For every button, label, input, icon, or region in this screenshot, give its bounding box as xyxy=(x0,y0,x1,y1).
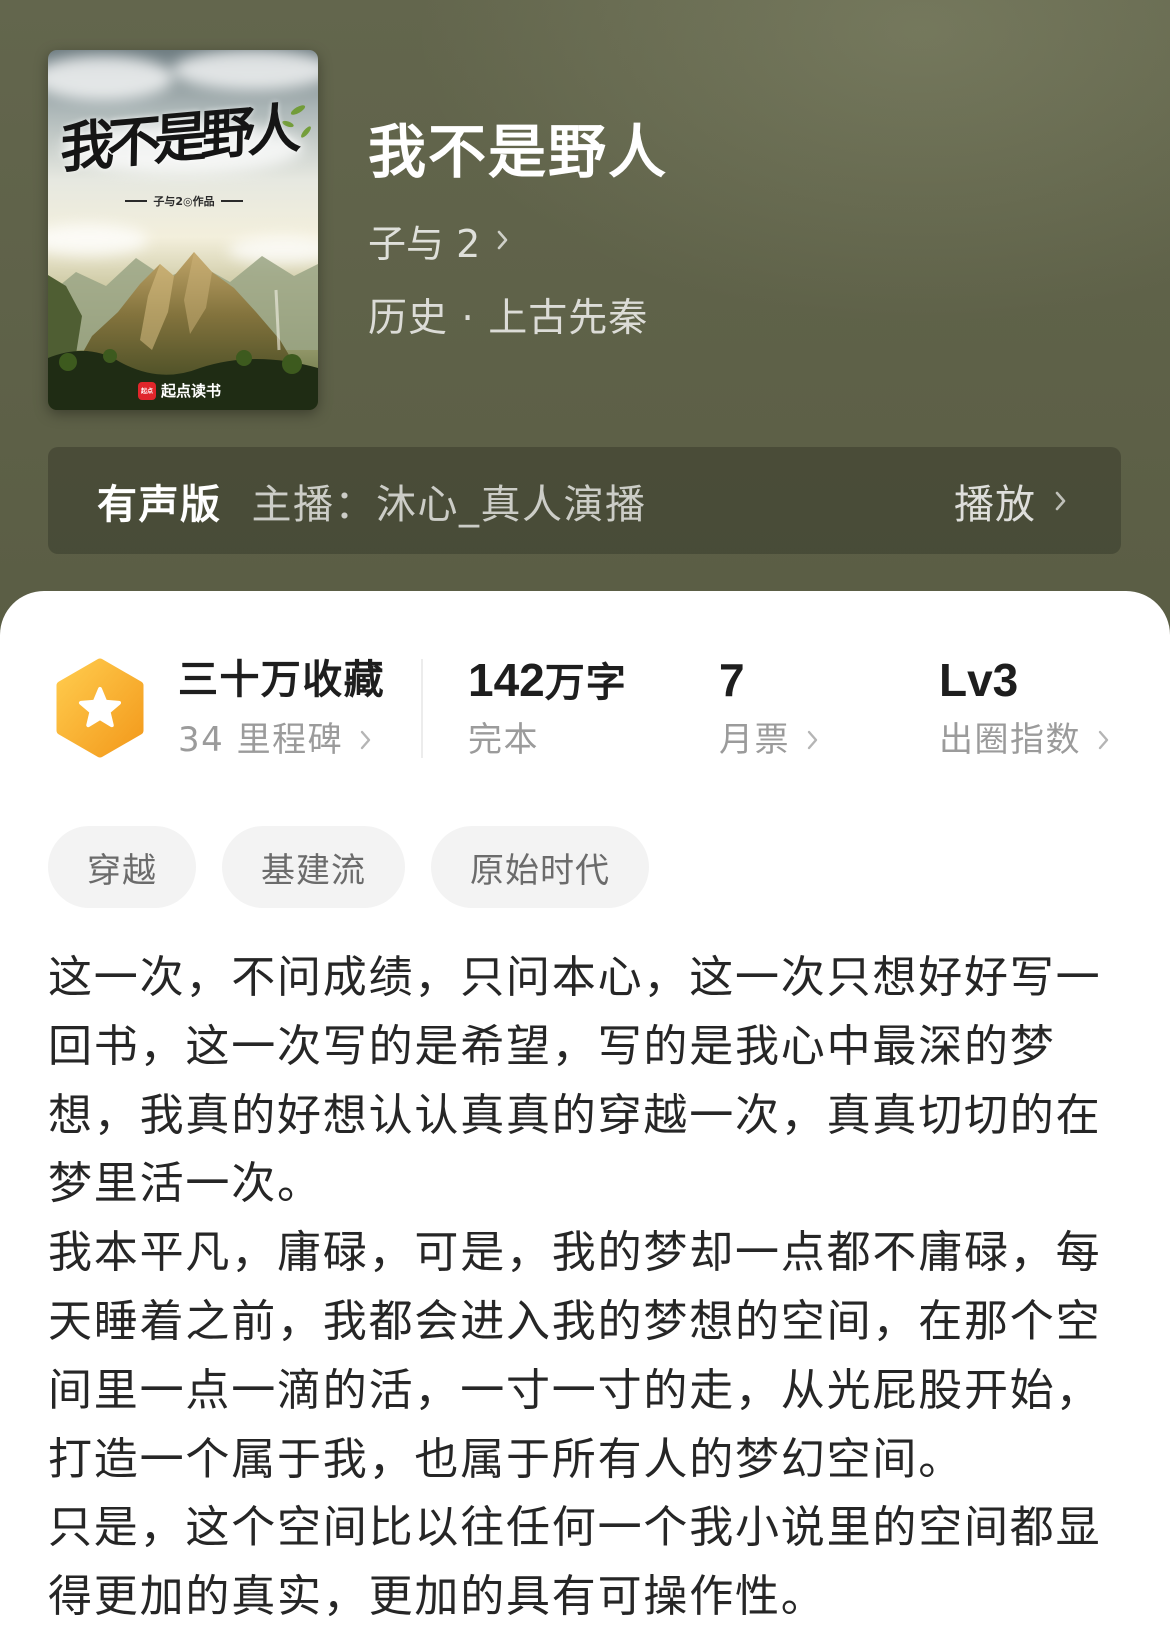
chevron-right-icon xyxy=(1055,491,1066,510)
book-cover[interactable]: 我不是野人 子与2◎作品 起点 起点读书 xyxy=(48,50,318,410)
popularity-value: Lv3 xyxy=(939,654,1019,706)
play-button[interactable]: 播放 xyxy=(954,447,1067,554)
stat-monthly-tickets[interactable]: 7 月票 xyxy=(719,655,819,762)
monthly-tickets-label: 月票 xyxy=(719,720,790,760)
info-card: 三十万收藏 34 里程碑 142万字 完本 7 月票 Lv3 出圈指数 穿越 基… xyxy=(0,591,1170,1640)
author-name: 子与 2 xyxy=(368,221,481,266)
milestones-label: 34 里程碑 xyxy=(178,720,344,760)
stat-popularity[interactable]: Lv3 出圈指数 xyxy=(939,655,1110,762)
word-count-value: 142万字 xyxy=(468,654,627,706)
chevron-right-icon xyxy=(497,230,508,250)
byline-dash xyxy=(220,200,243,202)
chevron-right-icon xyxy=(807,730,818,750)
monthly-tickets-value: 7 xyxy=(719,654,745,706)
tag-chip[interactable]: 原始时代 xyxy=(431,826,649,908)
completion-label: 完本 xyxy=(468,720,539,760)
stat-collections[interactable]: 三十万收藏 34 里程碑 xyxy=(178,655,385,762)
tag-chip[interactable]: 穿越 xyxy=(48,826,196,908)
description-paragraph: 只是，这个空间比以往任何一个我小说里的空间都显得更加的真实，更加的具有可操作性。 xyxy=(48,1502,1102,1623)
cover-byline-text: 子与2◎作品 xyxy=(153,195,215,208)
chevron-right-icon xyxy=(360,730,371,750)
popularity-label: 出圈指数 xyxy=(939,720,1081,760)
stat-word-count: 142万字 完本 xyxy=(468,655,627,762)
publisher-logo-text: 起点读书 xyxy=(161,382,222,400)
word-count-unit: 万字 xyxy=(544,660,627,706)
audio-version-label: 有声版 xyxy=(97,481,222,528)
author-link[interactable]: 子与 2 xyxy=(368,215,509,266)
tag-chip[interactable]: 基建流 xyxy=(222,826,405,908)
publisher-logo: 起点 起点读书 xyxy=(138,380,221,401)
chevron-right-icon xyxy=(1098,730,1109,750)
byline-dash xyxy=(125,200,148,202)
audio-version-bar[interactable]: 有声版 主播：沐心_真人演播 播放 xyxy=(48,447,1121,554)
completion-status: 完本 xyxy=(468,718,627,762)
publisher-badge-icon: 起点 xyxy=(138,381,156,400)
word-count-number: 142 xyxy=(468,654,545,706)
book-title: 我不是野人 xyxy=(368,118,669,186)
popularity-link[interactable]: 出圈指数 xyxy=(939,718,1110,762)
tag-list: 穿越 基建流 原始时代 xyxy=(48,826,675,908)
book-detail-page: 我不是野人 子与2◎作品 起点 起点读书 我不是野人 子与 2 历史 · 上古先… xyxy=(0,0,1170,1640)
description-paragraph: 我本平凡，庸碌，可是，我的梦却一点都不庸碌，每天睡着之前，我都会进入我的梦想的空… xyxy=(48,1227,1102,1485)
narrator-label: 主播：沐心_真人演播 xyxy=(251,481,647,528)
genre-label: 历史 · 上古先秦 xyxy=(368,296,649,341)
star-hexagon-icon xyxy=(56,658,144,758)
stat-divider xyxy=(421,659,423,758)
monthly-tickets-link[interactable]: 月票 xyxy=(719,718,819,762)
description-paragraph: 这一次，不问成绩，只问本心，这一次只想好好写一回书，这一次写的是希望，写的是我心… xyxy=(48,952,1102,1210)
collections-value: 三十万收藏 xyxy=(178,657,385,703)
milestones-link[interactable]: 34 里程碑 xyxy=(178,718,385,762)
book-description: 这一次，不问成绩，只问本心，这一次只想好好写一回书，这一次写的是希望，写的是我心… xyxy=(48,944,1110,1632)
cover-byline: 子与2◎作品 xyxy=(84,192,284,210)
play-label: 播放 xyxy=(954,481,1036,528)
